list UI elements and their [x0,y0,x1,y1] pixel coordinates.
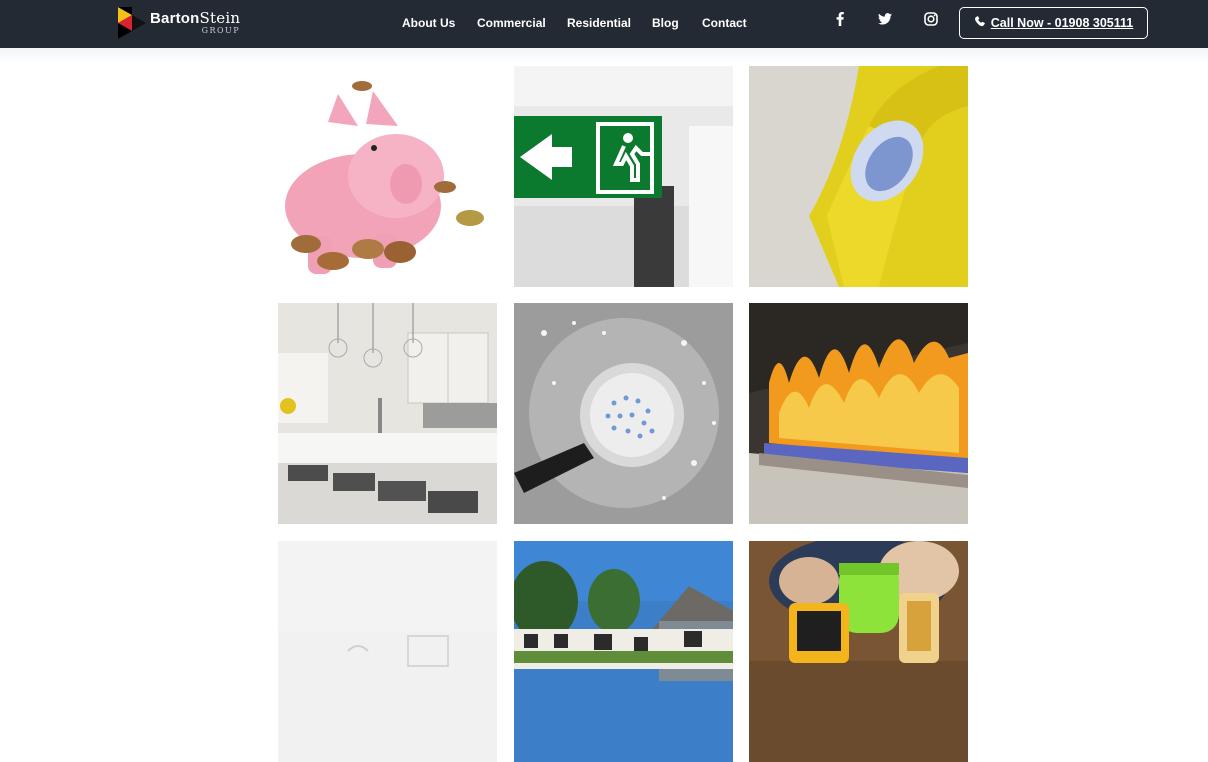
gallery-tile-piggy-bank[interactable] [278,66,497,287]
nav-item-contact[interactable]: Contact [702,16,747,30]
nav-item-blog[interactable]: Blog [652,16,679,30]
site-header: BartonStein GROUP About Us Commercial Re… [0,0,1208,48]
gallery-tile-white-kitchen[interactable] [278,303,497,524]
gallery-tile-yellow-armchair[interactable] [749,66,968,287]
brand-name: BartonStein [150,9,241,27]
facebook-icon[interactable] [831,10,849,28]
logo-mark-icon [116,3,146,43]
gallery-tile-fireplace[interactable] [749,303,968,524]
instagram-icon[interactable] [922,10,940,28]
nav-item-commercial[interactable]: Commercial [477,16,546,30]
nav-item-about-us[interactable]: About Us [402,16,455,30]
call-now-button[interactable]: Call Now - 01908 305111 [959,7,1148,39]
gallery-tile-shower-head[interactable] [514,303,733,524]
brand-logo[interactable]: BartonStein GROUP [116,3,246,43]
call-now-label: Call Now - 01908 305111 [990,16,1134,30]
twitter-icon[interactable] [876,10,894,28]
gallery-tile-house-exterior[interactable] [514,541,733,762]
nav-item-residential[interactable]: Residential [567,16,631,30]
gallery-tile-white-interior[interactable] [278,541,497,762]
brand-sub: GROUP [201,26,241,35]
phone-icon [974,16,991,30]
header-shadow [0,48,1208,62]
gallery-tile-power-drills[interactable] [749,541,968,762]
gallery-tile-fire-exit-sign[interactable] [514,66,733,287]
